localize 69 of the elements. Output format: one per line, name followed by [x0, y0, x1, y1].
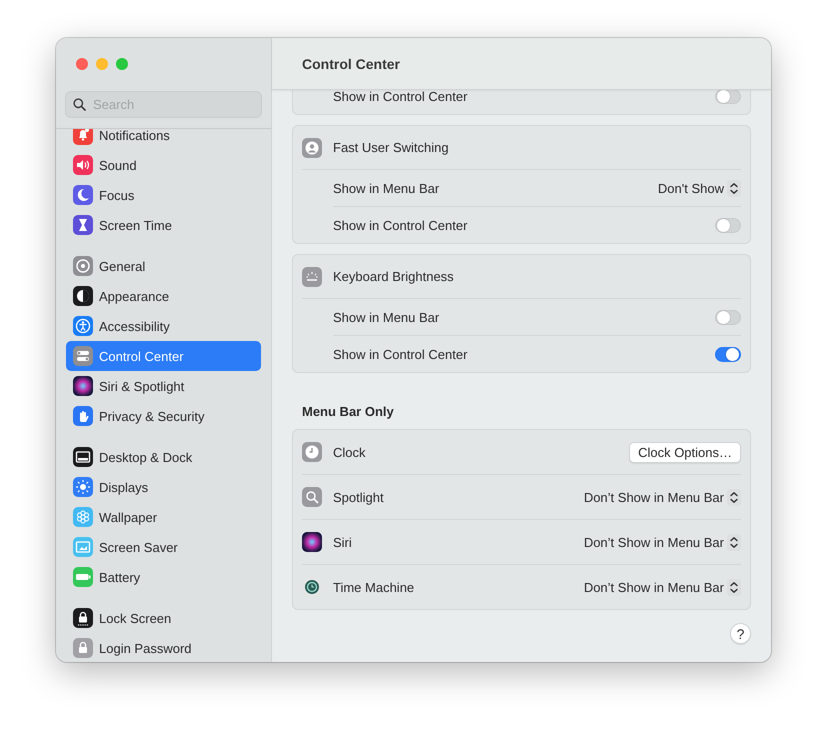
accessibility-icon	[73, 316, 93, 336]
help-button[interactable]: ?	[730, 623, 751, 644]
clock-options-button[interactable]: Clock Options…	[629, 442, 741, 462]
sidebar-item[interactable]: Desktop & Dock	[66, 442, 261, 472]
sidebar-item[interactable]: Lock Screen	[66, 603, 261, 633]
switches-icon	[73, 346, 93, 366]
stepper-icon	[727, 488, 741, 506]
setting-label: Clock	[333, 444, 367, 460]
lock-icon	[73, 638, 93, 658]
sidebar-item[interactable]: Battery	[66, 562, 261, 592]
popup-menu[interactable]: Don’t Show in Menu Bar	[584, 534, 741, 550]
toggle-switch[interactable]	[715, 346, 741, 362]
gear-icon	[73, 256, 93, 276]
sidebar-item[interactable]: Screen Saver	[66, 532, 261, 562]
popup-menu[interactable]: Don’t Show in Menu Bar	[584, 578, 741, 596]
user-icon	[302, 138, 322, 158]
flower-icon	[73, 507, 93, 527]
brightness-icon	[302, 266, 322, 286]
stepper-icon	[727, 534, 741, 550]
sidebar-item[interactable]: Focus	[66, 180, 261, 210]
sun-icon	[73, 477, 93, 497]
popup-menu[interactable]: Don’t Show in Menu Bar	[584, 488, 741, 506]
group-title: Fast User Switching	[333, 140, 450, 155]
orb-icon	[302, 532, 322, 552]
battery-icon	[73, 567, 93, 587]
toggle-switch[interactable]	[715, 218, 741, 232]
window-title: Control Center	[302, 56, 400, 72]
sidebar-item[interactable]: Accessibility	[66, 311, 261, 341]
group-title: Keyboard Brightness	[333, 269, 455, 284]
setting-label: Show in Menu Bar	[333, 310, 440, 324]
setting-label: Siri	[333, 534, 353, 550]
hand-icon	[73, 406, 93, 426]
search-icon	[302, 487, 322, 507]
minimize-button[interactable]	[96, 58, 108, 70]
stepper-icon	[727, 180, 741, 196]
sidebar-item[interactable]: Control Center	[66, 341, 261, 371]
setting-label: Show in Control Center	[333, 346, 468, 362]
sidebar-item[interactable]: Displays	[66, 472, 261, 502]
sidebar-item[interactable]: Siri & Spotlight	[66, 371, 261, 401]
sidebar-item[interactable]: Privacy & Security	[66, 401, 261, 431]
clock-icon	[302, 577, 322, 597]
dock-icon	[73, 447, 93, 467]
setting-label: Show in Control Center	[333, 90, 468, 104]
popup-menu[interactable]: Don't Show	[658, 180, 741, 196]
sidebar-item[interactable]: Wallpaper	[66, 502, 261, 532]
toggle-switch[interactable]	[715, 310, 741, 324]
bell-icon	[73, 129, 93, 145]
lock-icon	[73, 608, 93, 628]
sidebar-item[interactable]: Appearance	[66, 281, 261, 311]
toggle-switch[interactable]	[715, 90, 741, 104]
setting-label: Time Machine	[333, 580, 416, 594]
setting-label: Spotlight	[333, 490, 385, 504]
setting-label: Show in Menu Bar	[333, 180, 440, 196]
sidebar-item[interactable]: Notifications	[66, 129, 261, 150]
clock-icon	[302, 442, 322, 462]
orb-icon	[73, 376, 93, 396]
setting-label: Show in Control Center	[333, 218, 468, 232]
stepper-icon	[727, 578, 741, 596]
moon-icon	[73, 185, 93, 205]
speaker-icon	[73, 155, 93, 175]
sidebar-item[interactable]: Screen Time	[66, 210, 261, 240]
sidebar-item[interactable]: Sound	[66, 150, 261, 180]
sidebar-item[interactable]: General	[66, 251, 261, 281]
zoom-button[interactable]	[116, 58, 128, 70]
close-button[interactable]	[76, 58, 88, 70]
screen-icon	[73, 537, 93, 557]
sidebar-item[interactable]: Login Password	[66, 633, 261, 662]
hourglass-icon	[73, 215, 93, 235]
section-heading: Menu Bar Only	[302, 404, 395, 419]
